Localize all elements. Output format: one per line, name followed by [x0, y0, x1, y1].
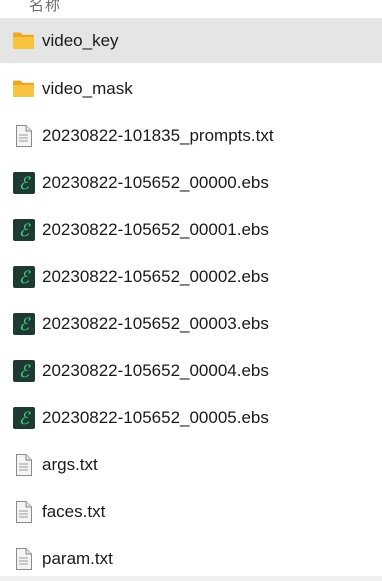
svg-text:ℰ: ℰ — [18, 315, 30, 335]
file-name: video_key — [42, 30, 119, 50]
file-row-ebs-00003[interactable]: ℰ 20230822-105652_00003.ebs — [0, 300, 382, 347]
folder-icon — [12, 77, 35, 100]
file-row-ebs-00005[interactable]: ℰ 20230822-105652_00005.ebs — [0, 394, 382, 441]
svg-text:ℰ: ℰ — [18, 268, 30, 288]
ebsynth-file-icon: ℰ — [12, 218, 35, 241]
text-file-icon — [12, 453, 35, 476]
ebsynth-file-icon: ℰ — [12, 265, 35, 288]
svg-text:ℰ: ℰ — [18, 362, 30, 382]
file-name: 20230822-105652_00003.ebs — [42, 313, 269, 333]
file-name: args.txt — [42, 454, 98, 474]
ebsynth-file-icon: ℰ — [12, 312, 35, 335]
file-name: 20230822-105652_00000.ebs — [42, 172, 269, 192]
file-explorer-pane: 名称 video_key video_mask 20230822-101835_… — [0, 0, 382, 581]
ebsynth-file-icon: ℰ — [12, 171, 35, 194]
file-row-args-txt[interactable]: args.txt — [0, 441, 382, 488]
file-name: 20230822-105652_00001.ebs — [42, 219, 269, 239]
file-list: video_key video_mask 20230822-101835_pro… — [0, 18, 382, 581]
file-row-ebs-00000[interactable]: ℰ 20230822-105652_00000.ebs — [0, 159, 382, 206]
file-name: faces.txt — [42, 501, 106, 521]
ebsynth-file-icon: ℰ — [12, 406, 35, 429]
file-row-prompts-txt[interactable]: 20230822-101835_prompts.txt — [0, 112, 382, 159]
file-name: 20230822-105652_00005.ebs — [42, 407, 269, 427]
text-file-icon — [12, 547, 35, 570]
file-row-video-mask[interactable]: video_mask — [0, 65, 382, 112]
file-row-ebs-00001[interactable]: ℰ 20230822-105652_00001.ebs — [0, 206, 382, 253]
svg-text:ℰ: ℰ — [18, 221, 30, 241]
file-name: 20230822-101835_prompts.txt — [42, 125, 274, 145]
file-name: 20230822-105652_00002.ebs — [42, 266, 269, 286]
svg-text:ℰ: ℰ — [18, 409, 30, 429]
file-row-faces-txt[interactable]: faces.txt — [0, 488, 382, 535]
file-name: param.txt — [42, 548, 113, 568]
file-row-video-key[interactable]: video_key — [0, 18, 382, 63]
file-row-ebs-00002[interactable]: ℰ 20230822-105652_00002.ebs — [0, 253, 382, 300]
ebsynth-file-icon: ℰ — [12, 359, 35, 382]
text-file-icon — [12, 124, 35, 147]
text-file-icon — [12, 500, 35, 523]
svg-text:ℰ: ℰ — [18, 174, 30, 194]
file-name: video_mask — [42, 78, 133, 98]
scroll-edge — [0, 576, 382, 581]
file-row-ebs-00004[interactable]: ℰ 20230822-105652_00004.ebs — [0, 347, 382, 394]
name-column-header[interactable]: 名称 — [29, 0, 61, 15]
folder-icon — [12, 29, 35, 52]
file-row-param-txt[interactable]: param.txt — [0, 535, 382, 581]
file-name: 20230822-105652_00004.ebs — [42, 360, 269, 380]
